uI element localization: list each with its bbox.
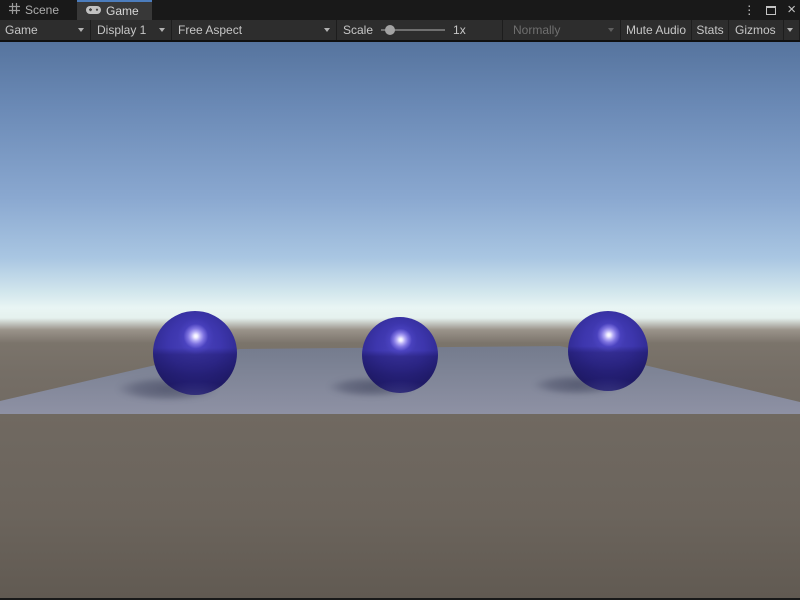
tab-scene-label: Scene [25,3,59,17]
scale-slider-thumb[interactable] [385,25,395,35]
gizmos-dropdown[interactable]: Gizmos [729,20,800,40]
blue-sphere [362,317,438,393]
mute-audio-button[interactable]: Mute Audio [621,20,692,40]
maximize-icon[interactable] [766,6,776,15]
gizmos-arrow-button[interactable] [783,20,799,40]
ground-plane [0,414,800,598]
chevron-down-icon [324,28,330,32]
kebab-menu-icon[interactable]: ⋮ [741,4,757,16]
scale-label: Scale [343,23,373,37]
blue-sphere [568,311,648,391]
gamepad-icon [86,4,101,18]
grid-icon [9,3,20,17]
display-dropdown[interactable]: Display 1 [91,20,172,40]
view-mode-dropdown[interactable]: Game [0,20,91,40]
scale-value: 1x [453,23,466,37]
tab-game-label: Game [106,4,139,18]
close-icon[interactable]: × [785,3,798,17]
enter-play-mode-dropdown[interactable]: Normally [507,20,621,40]
chevron-down-icon [159,28,165,32]
chevron-down-icon [608,28,614,32]
aspect-ratio-dropdown[interactable]: Free Aspect [172,20,337,40]
scale-control: Scale 1x [337,20,503,40]
stats-button[interactable]: Stats [692,20,729,40]
window-controls: ⋮ × [741,0,798,20]
stats-label: Stats [696,23,723,37]
play-mode-label: Normally [513,23,560,37]
view-mode-label: Game [5,23,38,37]
gizmos-label: Gizmos [735,23,776,37]
tab-game[interactable]: Game [77,0,152,20]
tab-bar: Scene Game ⋮ × [0,0,800,20]
display-label: Display 1 [97,23,146,37]
aspect-label: Free Aspect [178,23,242,37]
unity-game-panel: Scene Game ⋮ × Game Display 1 Free Aspec… [0,0,800,600]
mute-audio-label: Mute Audio [626,23,686,37]
chevron-down-icon [78,28,84,32]
blue-sphere [153,311,237,395]
chevron-down-icon [787,28,793,32]
game-view-toolbar: Game Display 1 Free Aspect Scale 1x Norm… [0,20,800,42]
scale-slider[interactable] [381,25,445,35]
tab-scene[interactable]: Scene [0,0,77,20]
game-viewport[interactable] [0,42,800,598]
